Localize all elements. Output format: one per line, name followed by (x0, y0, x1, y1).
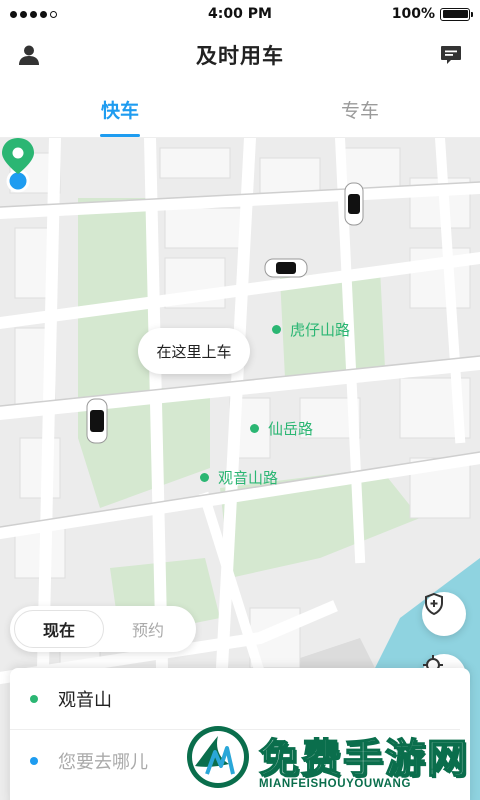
pickup-value: 观音山 (58, 689, 112, 711)
car-icon (344, 182, 364, 226)
profile-button[interactable] (14, 40, 44, 70)
pickup-dot-icon (30, 694, 38, 703)
watermark-subtitle: MIANFEISHOUYOUWANG (259, 778, 411, 790)
page-title: 及时用车 (196, 44, 284, 68)
signal-strength-icon (10, 10, 57, 18)
car-icon (86, 398, 108, 444)
tab-express[interactable]: 快车 (0, 82, 240, 137)
safety-button[interactable] (422, 592, 466, 636)
watermark-logo-icon (187, 726, 249, 788)
message-icon (441, 46, 461, 64)
profile-icon (19, 45, 39, 65)
toggle-reserve[interactable]: 预约 (104, 610, 192, 648)
shield-icon (425, 592, 443, 616)
car-icon (264, 258, 308, 278)
destination-placeholder: 您要去哪儿 (58, 752, 148, 773)
toggle-now[interactable]: 现在 (14, 610, 104, 648)
battery-icon (440, 7, 473, 21)
message-button[interactable] (436, 40, 466, 70)
pickup-pin-icon[interactable] (0, 138, 40, 194)
street-label: 观音山路 (200, 467, 278, 488)
watermark-title: 免费手游网 (258, 735, 469, 783)
pickup-bubble: 在这里上车 (138, 328, 250, 374)
street-label: 虎仔山路 (272, 319, 350, 340)
app-header: 及时用车 (0, 28, 480, 82)
ride-time-toggle: 现在 预约 (10, 606, 196, 652)
service-tabs: 快车 专车 (0, 82, 480, 138)
battery-percent: 100% (391, 6, 435, 22)
status-bar: 4:00 PM 100% (0, 0, 480, 28)
pickup-field[interactable]: 观音山 (10, 668, 460, 730)
site-watermark: 免费手游网 MIANFEISHOUYOUWANG (185, 722, 475, 800)
destination-dot-icon (30, 757, 38, 765)
battery-indicator: 100% (391, 6, 473, 22)
street-label: 仙岳路 (250, 418, 313, 439)
tab-premium[interactable]: 专车 (240, 82, 480, 137)
